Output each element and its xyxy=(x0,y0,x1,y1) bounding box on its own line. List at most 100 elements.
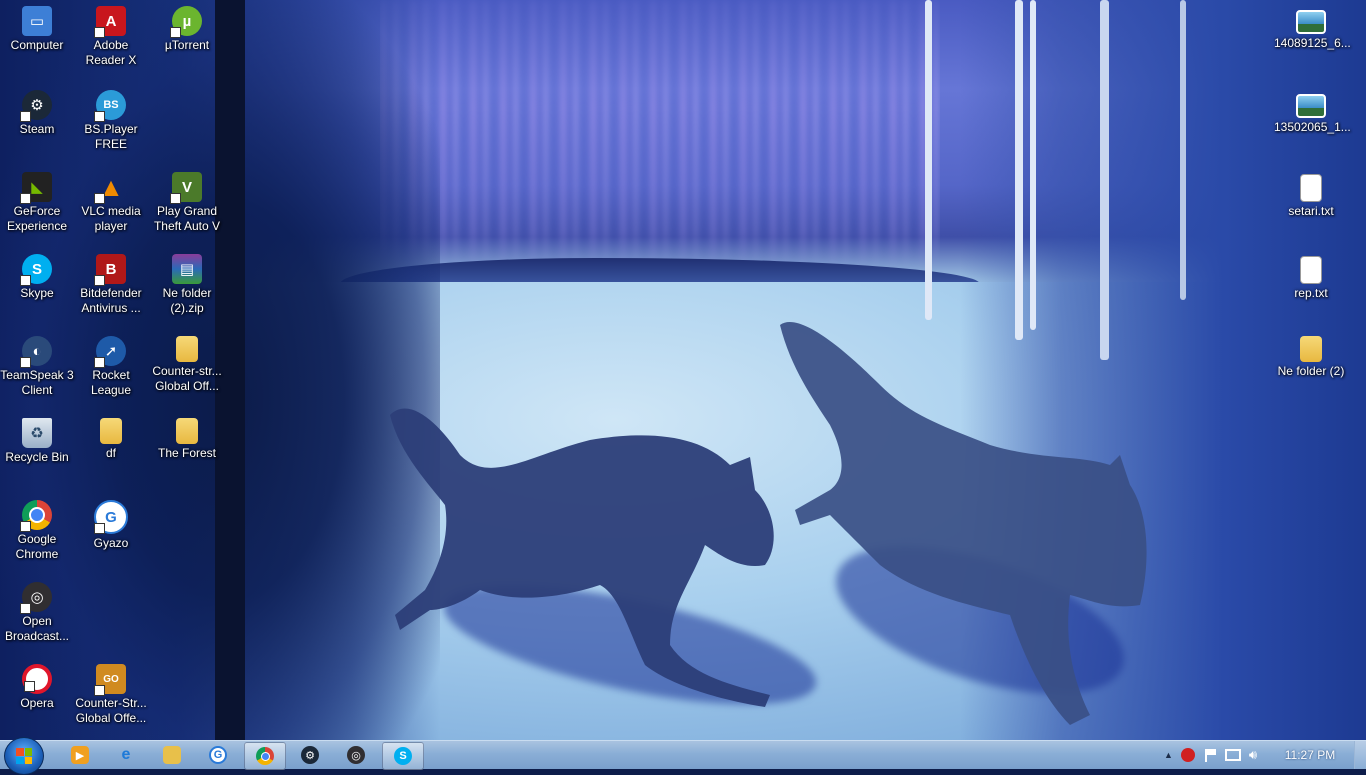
skype-taskbar-icon: S xyxy=(394,747,412,765)
geforce-icon: ◣ xyxy=(20,172,52,204)
icon-label: rep.txt xyxy=(1294,286,1328,300)
gyazo-taskbar-icon: G xyxy=(209,746,227,764)
system-tray: ▲ 🔊︎ xyxy=(1160,741,1280,769)
obs-icon: ◎ xyxy=(20,582,52,614)
desktop-icon-setari-txt[interactable]: setari.txt xyxy=(1274,174,1348,219)
icon-label: µTorrent xyxy=(164,38,210,52)
text-file-icon xyxy=(1300,174,1322,202)
folder-icon xyxy=(1300,336,1322,362)
icon-label: VLC media player xyxy=(81,204,141,233)
birch-trunk xyxy=(1015,0,1023,340)
desktop-icon-vlc[interactable]: ▲ VLC media player xyxy=(74,172,148,234)
birch-trunk xyxy=(1180,0,1186,300)
obs-taskbar-icon: ◎ xyxy=(347,746,365,764)
media-player-icon: ▶ xyxy=(71,746,89,764)
desktop-icon-adobe-reader[interactable]: A Adobe Reader X xyxy=(74,6,148,68)
action-center-flag-icon[interactable] xyxy=(1203,748,1217,762)
desktop-icon-rocket-league[interactable]: ➚ Rocket League xyxy=(74,336,148,398)
taskbar-clock[interactable]: 11:27 PM xyxy=(1282,741,1338,769)
taskbar-steam[interactable]: ⚙ xyxy=(290,742,330,768)
folder-icon xyxy=(176,336,198,362)
birch-trunk xyxy=(1100,0,1109,360)
file-explorer-icon xyxy=(163,746,181,764)
icon-label: Bitdefender Antivirus ... xyxy=(80,286,142,315)
desktop-icon-gyazo[interactable]: G Gyazo xyxy=(74,500,148,551)
desktop-icon-csgo-folder[interactable]: Counter-str... Global Off... xyxy=(150,336,224,394)
desktop-icon-gta[interactable]: V Play Grand Theft Auto V xyxy=(150,172,224,234)
desktop-icon-bsplayer[interactable]: BS BS.Player FREE xyxy=(74,90,148,152)
desktop-icon-bitdefender[interactable]: B Bitdefender Antivirus ... xyxy=(74,254,148,316)
volume-icon[interactable]: 🔊︎ xyxy=(1249,747,1257,763)
folder-icon xyxy=(176,418,198,444)
icon-label: df xyxy=(105,446,116,460)
desktop-icon-ne-folder-2[interactable]: Ne folder (2) xyxy=(1274,336,1348,379)
recycle-bin-icon: ♻ xyxy=(22,418,52,448)
bsplayer-icon: BS xyxy=(94,90,126,122)
taskbar-chrome[interactable] xyxy=(244,742,286,770)
icon-label: Computer xyxy=(10,38,64,52)
bitdefender-tray-icon[interactable] xyxy=(1180,748,1195,762)
desktop-icon-zip-archive[interactable]: ▤ Ne folder (2).zip xyxy=(150,254,224,316)
teamspeak-icon: ◐ xyxy=(20,336,52,368)
computer-icon: ▭ xyxy=(22,6,52,36)
desktop-icon-rep-txt[interactable]: rep.txt xyxy=(1274,256,1348,301)
show-desktop-button[interactable] xyxy=(1354,741,1366,769)
image-file-icon xyxy=(1296,10,1326,34)
steam-taskbar-icon: ⚙ xyxy=(301,746,319,764)
icon-label: BS.Player FREE xyxy=(84,122,138,151)
taskbar-skype[interactable]: S xyxy=(382,742,424,770)
icon-label: Opera xyxy=(20,696,54,710)
bitdefender-icon: B xyxy=(94,254,126,286)
chrome-taskbar-icon xyxy=(256,747,274,765)
desktop-icon-obs[interactable]: ◎ Open Broadcast... xyxy=(0,582,74,644)
icon-label: setari.txt xyxy=(1288,204,1334,218)
icon-label: Counter-str... Global Off... xyxy=(152,364,222,393)
birch-trunk xyxy=(1030,0,1036,330)
desktop-icon-the-forest-folder[interactable]: The Forest xyxy=(150,418,224,461)
icon-label: Open Broadcast... xyxy=(4,614,70,643)
steam-icon: ⚙ xyxy=(20,90,52,122)
winrar-icon: ▤ xyxy=(172,254,202,284)
icon-label: 13502065_1... xyxy=(1274,120,1351,134)
icon-label: GeForce Experience xyxy=(6,204,68,233)
skype-icon: S xyxy=(20,254,52,286)
taskbar-gyazo[interactable]: G xyxy=(198,742,238,768)
taskbar-obs[interactable]: ◎ xyxy=(336,742,376,768)
icon-label: Ne folder (2).zip xyxy=(162,286,212,315)
taskbar-media-player[interactable]: ▶ xyxy=(60,742,100,768)
desktop-icon-df-folder[interactable]: df xyxy=(74,418,148,461)
taskbar-file-explorer[interactable] xyxy=(152,742,192,768)
network-icon[interactable] xyxy=(1224,749,1241,761)
desktop-icon-image-2[interactable]: 13502065_1... xyxy=(1274,94,1351,135)
desktop-icon-geforce[interactable]: ◣ GeForce Experience xyxy=(0,172,74,234)
icon-label: Counter-Str... Global Offe... xyxy=(75,696,147,725)
birch-trunk xyxy=(925,0,932,320)
desktop-icon-csgo[interactable]: GO Counter-Str... Global Offe... xyxy=(74,664,148,726)
desktop-icon-skype[interactable]: S Skype xyxy=(0,254,74,301)
wolf-left xyxy=(390,408,774,707)
desktop-icon-chrome[interactable]: Google Chrome xyxy=(0,500,74,562)
folder-icon xyxy=(100,418,122,444)
icon-label: 14089125_6... xyxy=(1274,36,1351,50)
start-button[interactable] xyxy=(4,737,44,775)
desktop-icon-steam[interactable]: ⚙ Steam xyxy=(0,90,74,137)
gyazo-icon: G xyxy=(94,500,128,534)
show-hidden-icons[interactable]: ▲ xyxy=(1164,750,1173,760)
icon-label: Gyazo xyxy=(93,536,129,550)
desktop-icon-opera[interactable]: Opera xyxy=(0,664,74,711)
gta-icon: V xyxy=(170,172,202,204)
wolf-right xyxy=(780,322,1147,725)
desktop-icon-teamspeak[interactable]: ◐ TeamSpeak 3 Client xyxy=(0,336,74,398)
aurora-lights xyxy=(380,0,940,270)
taskbar: ▶ e G ⚙ ◎ S ▲ 🔊︎ 11:27 PM xyxy=(0,737,1366,775)
desktop-icon-recycle-bin[interactable]: ♻ Recycle Bin xyxy=(0,418,74,465)
vlc-icon: ▲ xyxy=(94,172,126,204)
adobe-reader-icon: A xyxy=(94,6,126,38)
desktop-icon-utorrent[interactable]: µ µTorrent xyxy=(150,6,224,53)
desktop-icon-image-1[interactable]: 14089125_6... xyxy=(1274,10,1351,51)
utorrent-icon: µ xyxy=(170,6,202,38)
rocket-league-icon: ➚ xyxy=(94,336,126,368)
image-file-icon xyxy=(1296,94,1326,118)
desktop-icon-computer[interactable]: ▭ Computer xyxy=(0,6,74,53)
taskbar-internet-explorer[interactable]: e xyxy=(106,742,146,768)
